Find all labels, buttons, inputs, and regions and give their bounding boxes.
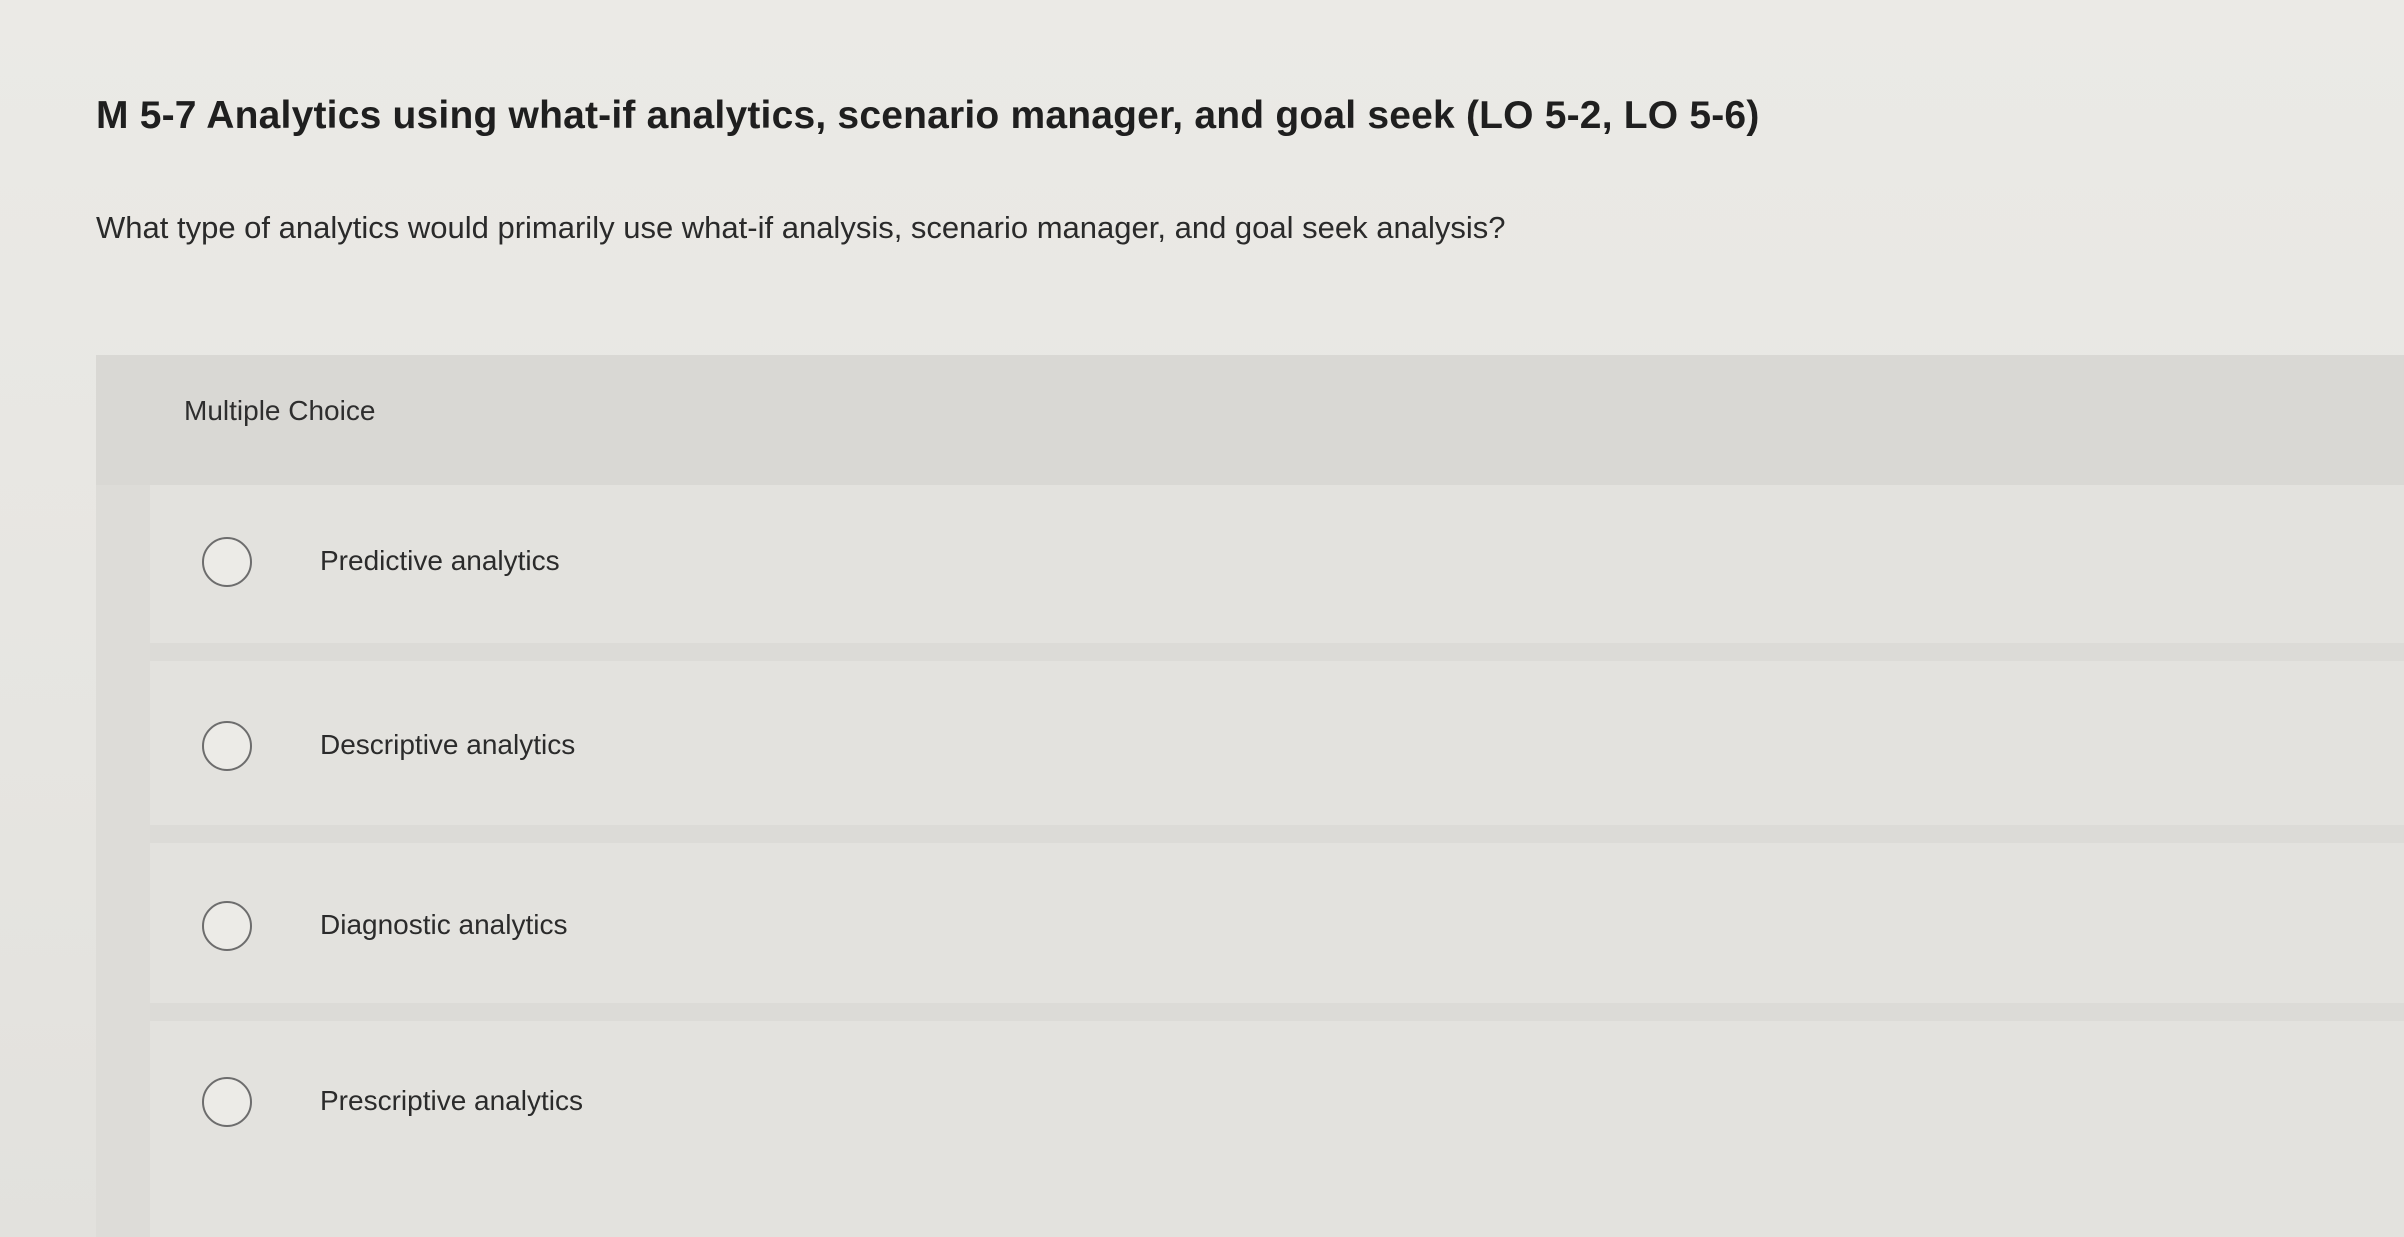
radio-button-icon[interactable] (202, 1077, 252, 1127)
divider (150, 643, 2404, 661)
option-label: Predictive analytics (320, 545, 560, 576)
page: M 5-7 Analytics using what-if analytics,… (0, 0, 2404, 1237)
option-label: Prescriptive analytics (320, 1085, 583, 1116)
radio-button-icon[interactable] (202, 721, 252, 771)
divider (150, 1003, 2404, 1021)
panel-header: Multiple Choice (96, 355, 2404, 485)
question-title: M 5-7 Analytics using what-if analytics,… (96, 94, 1760, 137)
question-prompt: What type of analytics would primarily u… (96, 210, 1506, 245)
option-diagnostic-analytics[interactable]: Diagnostic analytics (150, 849, 2404, 999)
option-label: Diagnostic analytics (320, 909, 568, 940)
options-list: Predictive analytics Descriptive analyti… (150, 485, 2404, 1237)
option-label: Descriptive analytics (320, 729, 576, 760)
option-prescriptive-analytics[interactable]: Prescriptive analytics (150, 1025, 2404, 1175)
divider (150, 825, 2404, 843)
option-predictive-analytics[interactable]: Predictive analytics (150, 485, 2404, 635)
radio-button-icon[interactable] (202, 901, 252, 951)
multiple-choice-panel: Multiple Choice Predictive analytics Des… (96, 355, 2404, 1237)
option-descriptive-analytics[interactable]: Descriptive analytics (150, 669, 2404, 819)
radio-button-icon[interactable] (202, 537, 252, 587)
multiple-choice-label: Multiple Choice (184, 395, 376, 426)
